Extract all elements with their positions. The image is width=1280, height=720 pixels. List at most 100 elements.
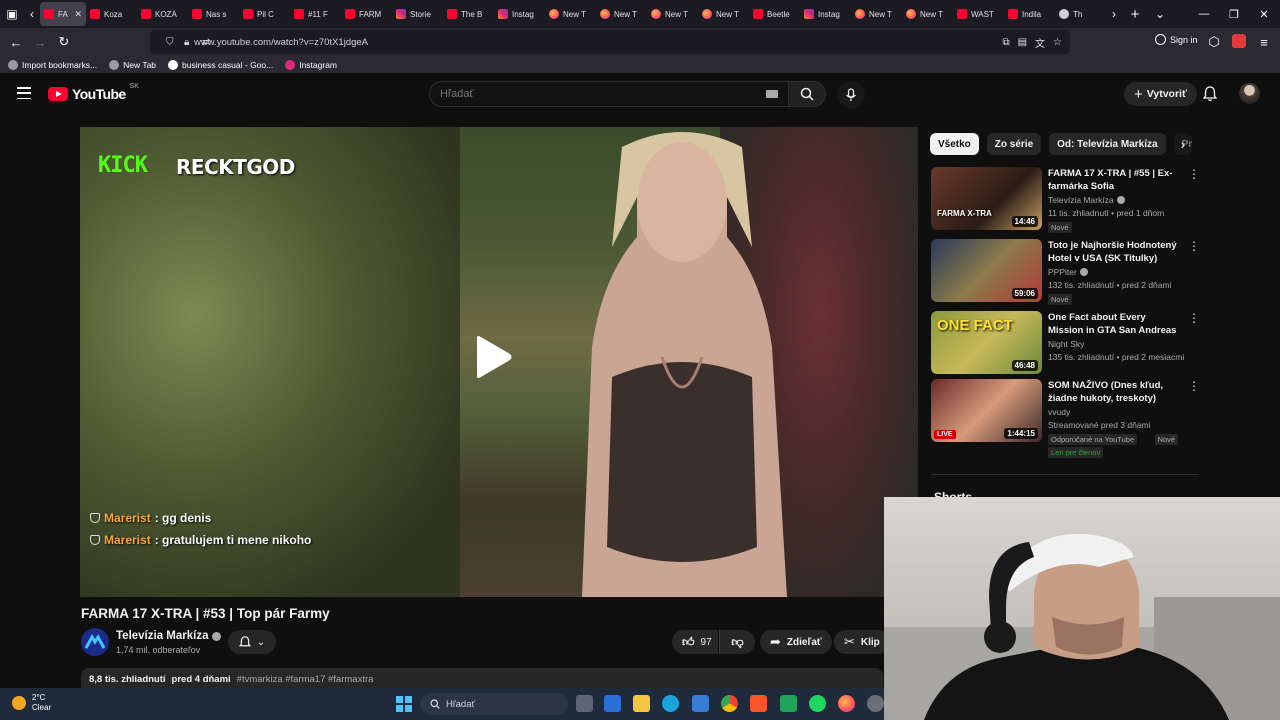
browser-tab[interactable]: New T: [851, 2, 902, 26]
recommendation-item[interactable]: 1:44:15 LIVE SOM NAŽIVO (Dnes kľud, žiadne…: [931, 379, 1201, 458]
spotify-icon[interactable]: [809, 695, 826, 712]
hashtags[interactable]: #tvmarkiza #farma17 #farmaxtra: [237, 674, 374, 685]
browser-tab[interactable]: FA ✕: [40, 2, 86, 26]
user-avatar[interactable]: [1239, 83, 1260, 104]
file-explorer-icon[interactable]: [633, 695, 650, 712]
filter-chip[interactable]: Všetko: [930, 133, 979, 155]
shield-icon[interactable]: ⛉: [166, 37, 174, 48]
tab-list-icon[interactable]: ▣: [0, 0, 24, 28]
close-window-icon[interactable]: ✕: [1248, 0, 1280, 28]
more-actions-icon[interactable]: ⋮: [1188, 380, 1200, 392]
search-input[interactable]: [440, 88, 740, 100]
browser-tab[interactable]: Koza: [86, 2, 137, 26]
recommendation-channel[interactable]: Televízia Markíza: [1048, 195, 1125, 205]
video-thumbnail[interactable]: FARMA X-TRA 14:46: [931, 167, 1042, 230]
browser-tab[interactable]: Nas s: [188, 2, 239, 26]
browser-tab[interactable]: KOZA: [137, 2, 188, 26]
recommendation-title[interactable]: SOM NAŽIVO (Dnes kľud, žiadne hukoty, tr…: [1048, 379, 1178, 405]
recommendation-channel[interactable]: PPPiter: [1048, 267, 1088, 277]
youtube-logo[interactable]: YouTube SK: [48, 83, 139, 102]
browser-tab[interactable]: Pil C: [239, 2, 290, 26]
tab-scroll-left-icon[interactable]: ‹: [24, 0, 40, 28]
browser-tab[interactable]: Th: [1055, 2, 1106, 26]
keyboard-icon[interactable]: [766, 90, 778, 98]
browser-tab[interactable]: New T: [596, 2, 647, 26]
bookmark-item[interactable]: business casual - Goo...: [168, 59, 273, 70]
reload-icon[interactable]: ↻: [52, 30, 76, 54]
bookmark-star-icon[interactable]: ☆: [1053, 37, 1062, 48]
recommendation-item[interactable]: FARMA X-TRA 14:46 FARMA 17 X-TRA | #55 | E…: [931, 167, 1201, 237]
browser-tab[interactable]: Storie: [392, 2, 443, 26]
recommendation-title[interactable]: FARMA 17 X-TRA | #55 | Ex-farmárka Sofia: [1048, 167, 1178, 193]
weather-widget[interactable]: 2°C Clear: [12, 693, 51, 713]
chevron-right-icon[interactable]: ›: [1174, 135, 1192, 153]
more-actions-icon[interactable]: ⋮: [1188, 168, 1200, 180]
browser-tab[interactable]: WAST: [953, 2, 1004, 26]
url-text[interactable]: www.youtube.com/watch?v=z70tX1jdgeA: [194, 37, 368, 48]
recommendation-item[interactable]: 59:06 Toto je Najhoršie Hodnotený Hotel v…: [931, 239, 1201, 309]
filter-chip[interactable]: Od: Televízia Markíza: [1049, 133, 1166, 155]
browser-tab[interactable]: New T: [698, 2, 749, 26]
browser-tab[interactable]: Indila: [1004, 2, 1055, 26]
recommendation-channel[interactable]: Night Sky: [1048, 339, 1084, 349]
browser-tab[interactable]: #11 F: [290, 2, 341, 26]
browser-tab[interactable]: Instag: [800, 2, 851, 26]
channel-avatar[interactable]: [81, 628, 109, 656]
lock-icon[interactable]: 🔒︎: [184, 37, 189, 48]
store-icon[interactable]: [604, 695, 621, 712]
address-bar[interactable]: ⛉ 🔒︎ ⇄ www.youtube.com/watch?v=z70tX1jdg…: [150, 30, 1070, 54]
browser-tab[interactable]: New T: [545, 2, 596, 26]
sign-in-button[interactable]: Sign in: [1155, 34, 1198, 45]
taskbar-search[interactable]: Hľadať: [420, 693, 568, 715]
tab-scroll-right-icon[interactable]: ›: [1106, 0, 1122, 28]
browser-tab[interactable]: New T: [647, 2, 698, 26]
subscription-bell-button[interactable]: ⌄: [228, 630, 276, 654]
filter-chip[interactable]: Zo série: [986, 133, 1042, 155]
tab-overflow-chevron-icon[interactable]: ⌄: [1148, 0, 1172, 28]
browser-tab[interactable]: Instag: [494, 2, 545, 26]
more-actions-icon[interactable]: ⋮: [1188, 240, 1200, 252]
edge-icon[interactable]: [662, 695, 679, 712]
settings-gear-icon[interactable]: [867, 695, 884, 712]
share-button[interactable]: ➦ Zdieľať: [760, 630, 832, 654]
bookmark-item[interactable]: Import bookmarks...: [8, 59, 97, 70]
back-arrow-icon[interactable]: ←: [4, 30, 28, 54]
windows-start-icon[interactable]: [396, 696, 412, 712]
search-box[interactable]: [429, 81, 789, 107]
recommendation-title[interactable]: Toto je Najhoršie Hodnotený Hotel v USA …: [1048, 239, 1178, 265]
video-thumbnail[interactable]: 59:06: [931, 239, 1042, 302]
screenshot-icon[interactable]: ▤: [1018, 37, 1027, 48]
page-info-icon[interactable]: ⇄: [202, 37, 210, 48]
create-button[interactable]: + Vytvoriť: [1124, 82, 1198, 106]
firefox-icon[interactable]: [838, 695, 855, 712]
channel-name[interactable]: Televízia Markíza: [116, 630, 222, 642]
menu-hamburger-icon[interactable]: ≡: [1252, 30, 1276, 54]
browser-tab[interactable]: New T: [902, 2, 953, 26]
forward-arrow-icon[interactable]: →: [28, 30, 52, 54]
picture-in-picture-icon[interactable]: ⧉: [1002, 37, 1009, 48]
extension-badge-icon[interactable]: [1232, 34, 1246, 48]
bookmark-item[interactable]: Instagram: [285, 59, 337, 70]
maximize-icon[interactable]: ❐: [1218, 0, 1250, 28]
photos-icon[interactable]: [692, 695, 709, 712]
task-view-icon[interactable]: [576, 695, 593, 712]
notepad-icon[interactable]: [780, 695, 797, 712]
browser-tab[interactable]: The B: [443, 2, 494, 26]
extensions-icon[interactable]: ⬡: [1202, 30, 1226, 54]
close-tab-icon[interactable]: ✕: [74, 9, 82, 20]
recommendation-title[interactable]: One Fact about Every Mission in GTA San …: [1048, 311, 1178, 337]
description-box[interactable]: 8,8 tis. zhliadnutí pred 4 dňami #tvmark…: [81, 668, 883, 690]
minimize-icon[interactable]: —: [1188, 0, 1220, 28]
translate-icon[interactable]: 文: [1035, 35, 1045, 50]
play-icon[interactable]: [473, 335, 513, 379]
like-button[interactable]: 👍︎ 97: [672, 630, 718, 654]
guide-menu-icon[interactable]: [17, 87, 31, 99]
browser-tab[interactable]: Beetle: [749, 2, 800, 26]
notifications-button[interactable]: [1198, 83, 1222, 105]
voice-search-button[interactable]: [837, 81, 865, 109]
video-player[interactable]: KICK RECKTGOD Marerist: gg denis Marerist…: [80, 127, 918, 597]
recommendation-item[interactable]: ONE FACT 46:48 One Fact about Every Missio…: [931, 311, 1201, 381]
dislike-button[interactable]: 👎︎: [719, 630, 755, 654]
chrome-icon[interactable]: [721, 695, 738, 712]
browser-tab[interactable]: FARM: [341, 2, 392, 26]
